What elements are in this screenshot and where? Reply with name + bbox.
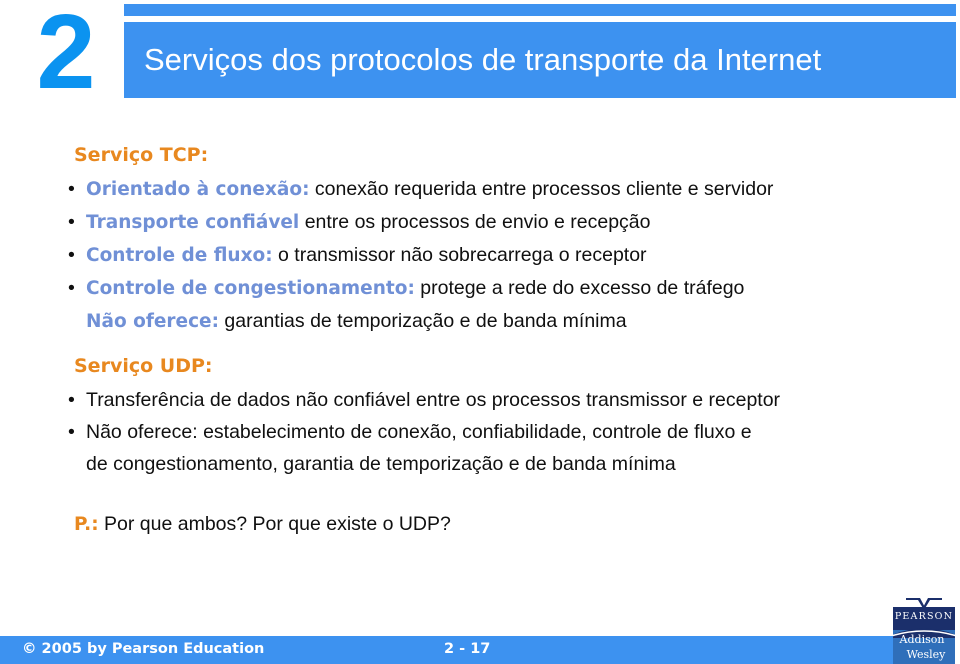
section-heading-udp: Serviço UDP: (74, 355, 213, 377)
list-item-highlight: Orientado à conexão: (86, 179, 310, 200)
list-item: • Controle de fluxo: o transmissor não so… (58, 240, 948, 271)
list-item-text: entre os processos de envio e recepção (299, 211, 651, 233)
page-title: Serviços dos protocolos de transporte da… (144, 42, 822, 77)
list-item-continuation: de congestionamento, garantia de tempori… (86, 453, 676, 475)
bullet-marker: • (68, 211, 75, 233)
logo-box: PEARSON Addison Wesley (893, 607, 955, 664)
list-item: • Controle de congestionamento: protege a… (58, 273, 948, 304)
bullet-marker: • (68, 389, 75, 411)
header-banner: Serviços dos protocolos de transporte da… (124, 22, 956, 98)
question-tag: P.: (74, 514, 99, 535)
list-item: • Não oferece: estabelecimento de conexão… (58, 417, 948, 447)
list-item-text: conexão requerida entre processos client… (309, 178, 774, 200)
subline-highlight: Não oferece: (86, 311, 220, 332)
bullet-marker: • (68, 244, 75, 266)
list-item: • Transporte confiável entre os processos… (58, 207, 948, 238)
logo-imprint-line1: Addison (899, 633, 945, 646)
list-item: • Transferência de dados não confiável en… (58, 385, 948, 415)
list-item-highlight: Controle de fluxo: (86, 245, 273, 266)
list-item-text: Transferência de dados não confiável ent… (86, 389, 781, 411)
logo-imprint-line2: Wesley (906, 648, 946, 661)
subline-text: garantias de temporização e de banda mín… (219, 310, 627, 332)
list-item-text: Não oferece: estabelecimento de conexão,… (86, 421, 752, 443)
section-heading-tcp: Serviço TCP: (74, 144, 209, 166)
list-item-subline: Não oferece: garantias de temporização e… (58, 306, 948, 337)
logo-brand-text: PEARSON (894, 611, 954, 622)
footer-copyright: © 2005 by Pearson Education (22, 641, 265, 657)
list-item-text: o transmissor não sobrecarrega o recepto… (272, 244, 647, 266)
list-item: • Orientado à conexão: conexão requerida … (58, 174, 948, 205)
pearson-addison-wesley-logo: PEARSON Addison Wesley (893, 598, 955, 664)
footer-page-number: 2 - 17 (444, 641, 491, 657)
bullet-marker: • (68, 277, 75, 299)
list-item-text: protege a rede do excesso de tráfego (414, 277, 745, 299)
chapter-number: 2 (36, 0, 96, 111)
header-accent-bar (124, 4, 956, 16)
slide: Serviços dos protocolos de transporte da… (0, 0, 960, 664)
list-item-highlight: Controle de congestionamento: (86, 278, 415, 299)
question-text: Por que ambos? Por que existe o UDP? (98, 513, 451, 535)
slide-body: Serviço TCP: • Orientado à conexão: conex… (58, 142, 948, 540)
list-item-highlight: Transporte confiável (86, 212, 300, 233)
bullet-marker: • (68, 421, 75, 443)
bullet-marker: • (68, 178, 75, 200)
question-line: P.: Por que ambos? Por que existe o UDP? (74, 509, 948, 540)
